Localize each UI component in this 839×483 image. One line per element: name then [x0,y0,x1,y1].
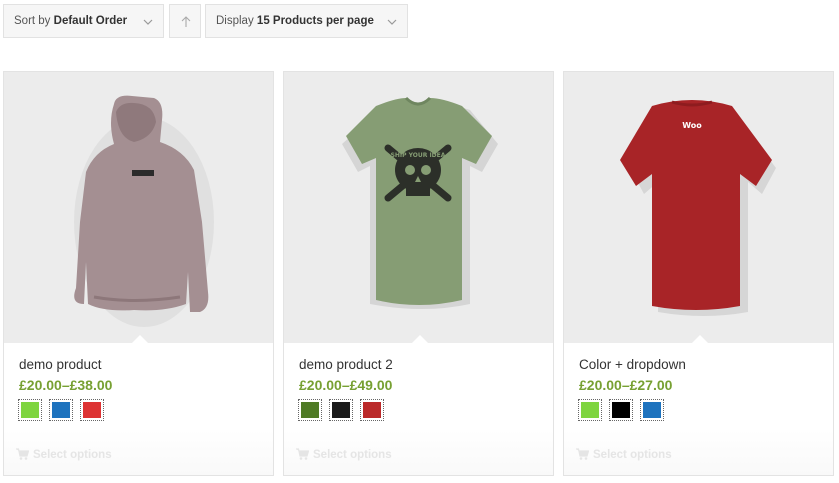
sort-by-label: Sort by Default Order [14,15,128,27]
product-card: Woo Color + dropdown £20.00–£27.00 Selec… [563,71,834,476]
product-image-hoodie[interactable] [4,72,273,343]
sort-direction-button[interactable] [169,4,201,38]
sort-by-dropdown[interactable]: Sort by Default Order [3,4,164,38]
arrow-up-icon [181,16,191,27]
select-options-button[interactable]: Select options [296,448,392,461]
products-per-page-label: Display 15 Products per page [216,15,374,27]
products-per-page-dropdown[interactable]: Display 15 Products per page [205,4,408,38]
product-name[interactable]: demo product [19,357,102,372]
product-card: SHIP YOUR IDEA demo product 2 £20.00–£49… [283,71,554,476]
color-swatch[interactable] [329,399,353,421]
chevron-down-icon [143,17,153,27]
product-price: £20.00–£27.00 [579,377,673,393]
color-swatch[interactable] [578,399,602,421]
color-swatch[interactable] [360,399,384,421]
product-name[interactable]: Color + dropdown [579,357,686,372]
cart-icon [16,448,29,460]
product-card: demo product £20.00–£38.00 Select option… [3,71,274,476]
color-swatch[interactable] [80,399,104,421]
product-name[interactable]: demo product 2 [299,357,393,372]
product-image-red-tshirt[interactable]: Woo [564,72,833,343]
color-swatch[interactable] [18,399,42,421]
image-notch [132,335,148,343]
cart-icon [296,448,309,460]
image-notch [692,335,708,343]
skull-print-text: SHIP YOUR IDEA [391,152,446,159]
product-image-skull-tshirt[interactable]: SHIP YOUR IDEA [284,72,553,343]
product-price: £20.00–£38.00 [19,377,113,393]
image-notch [412,335,428,343]
color-swatch[interactable] [640,399,664,421]
product-price: £20.00–£49.00 [299,377,393,393]
select-options-button[interactable]: Select options [576,448,672,461]
chevron-down-icon [387,17,397,27]
cart-icon [576,448,589,460]
color-swatch[interactable] [49,399,73,421]
color-swatch[interactable] [609,399,633,421]
color-swatch[interactable] [298,399,322,421]
select-options-button[interactable]: Select options [16,448,112,461]
woo-print-text: Woo [682,121,702,130]
